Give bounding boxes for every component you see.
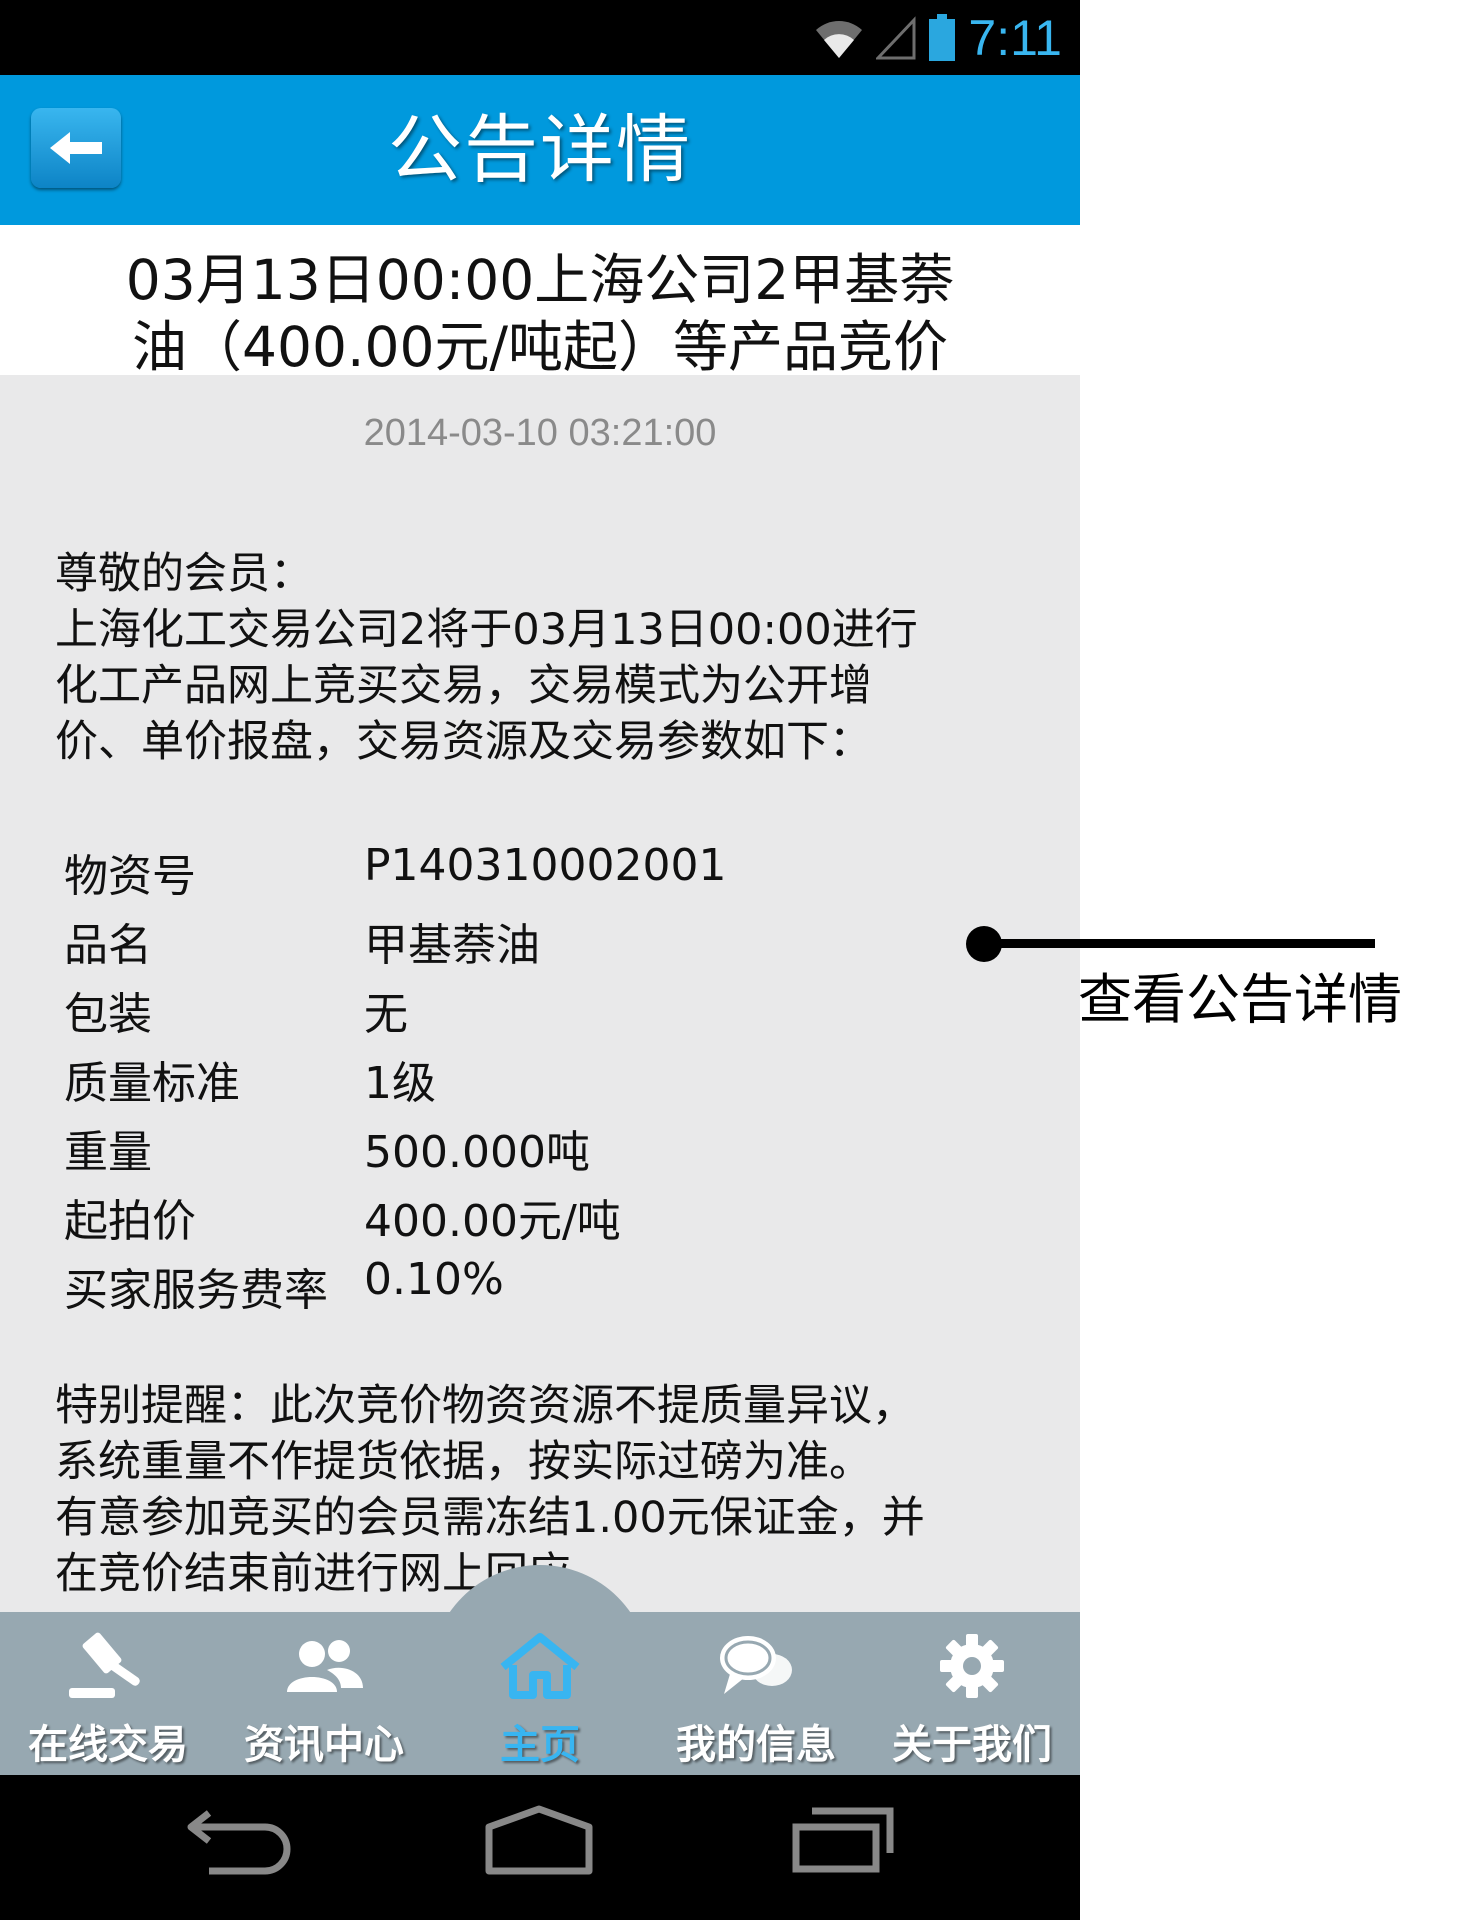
nav-label: 在线交易 xyxy=(28,1722,188,1768)
nav-online-trading[interactable]: 在线交易 xyxy=(0,1612,216,1775)
paragraph-line: 有意参加竞买的会员需冻结1.00元保证金，并 xyxy=(55,1493,925,1543)
nav-label: 主页 xyxy=(500,1722,580,1768)
page-title: 公告详情 xyxy=(388,107,692,193)
battery-icon xyxy=(929,13,956,61)
nav-my-info[interactable]: 我的信息 xyxy=(648,1612,864,1775)
spec-value: 500.000吨 xyxy=(364,1127,590,1178)
header-bar: 公告详情 xyxy=(0,75,1080,225)
signal-icon xyxy=(876,15,916,59)
spec-value: 0.10% xyxy=(364,1254,504,1305)
annotation-label: 查看公告详情 xyxy=(1078,968,1402,1031)
recent-apps-icon[interactable] xyxy=(790,1805,896,1875)
nav-home[interactable]: 主页 xyxy=(432,1612,648,1775)
spec-label: 包装 xyxy=(64,989,152,1040)
paragraph-line: 特别提醒：此次竞价物资资源不提质量异议， xyxy=(55,1381,915,1431)
announcement-date: 2014-03-10 03:21:00 xyxy=(363,412,717,454)
spec-value: P140310002001 xyxy=(364,840,727,891)
status-time: 7:11 xyxy=(968,9,1062,66)
announcement-title-line: 油（400.00元/吨起）等产品竞价 xyxy=(132,315,948,379)
nav-news-center[interactable]: 资讯中心 xyxy=(216,1612,432,1775)
home-icon xyxy=(500,1633,580,1699)
paragraph-line: 价、单价报盘，交易资源及交易参数如下： xyxy=(55,717,872,767)
chat-bubbles-icon xyxy=(720,1636,792,1694)
nav-about-us[interactable]: 关于我们 xyxy=(864,1612,1080,1775)
spec-value: 甲基萘油 xyxy=(364,920,540,971)
wifi-icon xyxy=(816,20,863,58)
spec-value: 1级 xyxy=(364,1058,436,1109)
annotation-dot xyxy=(966,926,1002,962)
spec-value: 无 xyxy=(364,989,408,1040)
spec-label: 重量 xyxy=(64,1127,152,1178)
paragraph-line: 尊敬的会员： xyxy=(55,549,313,599)
paragraph-line: 化工产品网上竞买交易，交易模式为公开增 xyxy=(55,661,872,711)
spec-label: 物资号 xyxy=(64,851,196,902)
spec-label: 起拍价 xyxy=(64,1196,196,1247)
spec-value: 400.00元/吨 xyxy=(364,1196,621,1247)
back-icon[interactable] xyxy=(185,1805,291,1875)
nav-label: 关于我们 xyxy=(892,1722,1052,1768)
announcement-title: 03月13日00:00上海公司2甲基萘 油（400.00元/吨起）等产品竞价 xyxy=(0,225,1080,379)
status-bar: 7:11 xyxy=(0,0,1080,75)
spec-label: 品名 xyxy=(64,920,152,971)
spec-label: 质量标准 xyxy=(64,1058,240,1109)
annotation-line xyxy=(985,939,1375,948)
spec-label: 买家服务费率 xyxy=(64,1265,328,1316)
system-nav-bar xyxy=(0,1775,1080,1920)
home-icon[interactable] xyxy=(483,1805,595,1875)
nav-label: 我的信息 xyxy=(676,1722,836,1768)
nav-label: 资讯中心 xyxy=(244,1722,404,1768)
phone-screen: 7:11 公告详情 03月13日00:00上海公司2甲基萘 油（400.00元/… xyxy=(0,0,1080,1920)
gavel-icon xyxy=(69,1632,140,1698)
gear-icon xyxy=(940,1634,1004,1698)
intro-paragraph: 尊敬的会员： 上海化工交易公司2将于03月13日00:00进行 化工产品网上竞买… xyxy=(55,546,1035,770)
paragraph-line: 系统重量不作提货依据，按实际过磅为准。 xyxy=(55,1437,872,1487)
users-icon xyxy=(287,1640,363,1692)
paragraph-line: 上海化工交易公司2将于03月13日00:00进行 xyxy=(55,605,918,655)
